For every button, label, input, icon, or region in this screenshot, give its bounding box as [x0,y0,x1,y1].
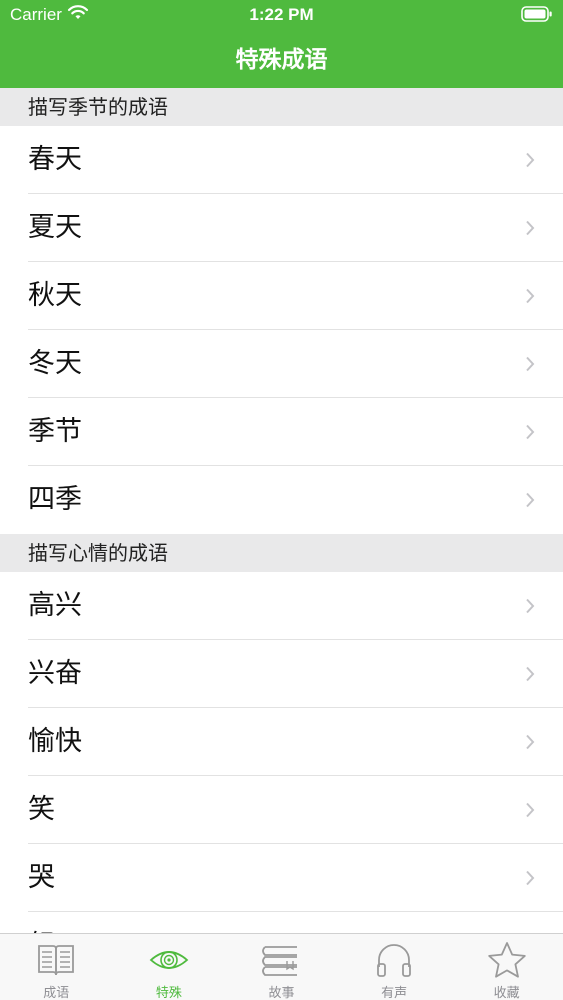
chevron-right-icon [526,870,535,886]
list-item-label: 冬天 [28,348,82,379]
list-item[interactable]: 春天 [0,126,563,194]
list-item-label: 春天 [28,144,82,175]
chevron-right-icon [526,424,535,440]
list-item[interactable]: 怒 [0,912,563,933]
book-icon [38,945,75,976]
list-item[interactable]: 哭 [0,844,563,912]
idiom-category-list[interactable]: 描写季节的成语 春天 夏天 秋天 冬天 季节 四季 描写心情的成语 高兴 兴奋 … [0,88,563,933]
list-item-label: 怒 [28,912,55,933]
list-item-label: 秋天 [28,280,82,311]
status-bar: Carrier 1:22 PM [0,0,563,30]
eye-icon [149,951,189,969]
tab-label: 收藏 [493,986,520,1000]
chevron-right-icon [526,492,535,508]
list-item[interactable]: 高兴 [0,572,563,640]
tab-special[interactable]: 特殊 [113,934,226,1000]
star-icon [487,942,526,978]
list-item-label: 高兴 [28,590,82,621]
chevron-right-icon [526,288,535,304]
chevron-right-icon [526,734,535,750]
list-item[interactable]: 冬天 [0,330,563,398]
list-item[interactable]: 愉快 [0,708,563,776]
list-item[interactable]: 夏天 [0,194,563,262]
chevron-right-icon [526,802,535,818]
list-item-label: 愉快 [28,726,82,757]
chevron-right-icon [526,356,535,372]
status-time: 1:22 PM [249,5,314,24]
section-header-moods: 描写心情的成语 [0,534,563,572]
chevron-right-icon [526,152,535,168]
list-item-label: 哭 [28,862,55,893]
tab-label: 有声 [381,986,408,1000]
list-item-label: 四季 [28,484,82,515]
tab-stories[interactable]: 故事 [225,934,338,1000]
tab-bar: 成语 特殊 故事 有声 收藏 [0,933,563,1000]
chevron-right-icon [526,598,535,614]
app-header: Carrier 1:22 PM 特殊成语 [0,0,563,88]
tab-idioms[interactable]: 成语 [0,934,113,1000]
list-item[interactable]: 秋天 [0,262,563,330]
tab-label: 故事 [268,986,295,1000]
tab-label: 成语 [43,986,70,1000]
list-item[interactable]: 笑 [0,776,563,844]
headphones-icon [377,944,411,977]
list-item-label: 夏天 [28,212,82,243]
list-item-label: 兴奋 [28,658,82,689]
page-title: 特殊成语 [235,47,328,73]
list-item[interactable]: 季节 [0,398,563,466]
tab-label: 特殊 [155,986,182,1000]
tab-audio[interactable]: 有声 [338,934,451,1000]
list-item[interactable]: 兴奋 [0,640,563,708]
tab-favorites[interactable]: 收藏 [450,934,563,1000]
list-item[interactable]: 四季 [0,466,563,534]
chevron-right-icon [526,220,535,236]
battery-icon [521,6,552,22]
section-header-seasons: 描写季节的成语 [0,88,563,126]
chevron-right-icon [526,666,535,682]
list-item-label: 季节 [28,416,82,447]
books-stack-icon [262,946,298,976]
list-item-label: 笑 [28,794,55,825]
